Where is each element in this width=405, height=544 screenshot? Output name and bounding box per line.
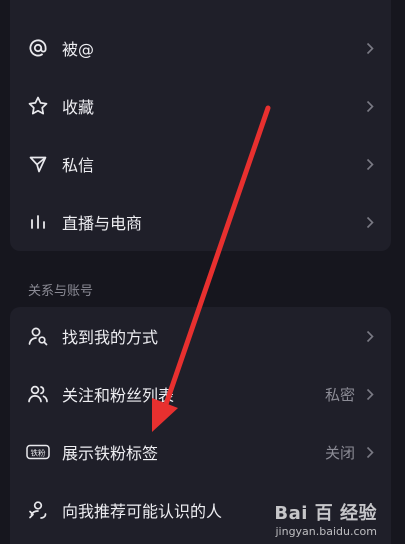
chevron-right-icon: [363, 215, 377, 229]
chevron-right-icon: [363, 387, 377, 401]
settings-screen: 被@ 收藏 私信 直播与电商 关系与账号 找到我的方式 关注和粉丝列表 私密 铁…: [0, 0, 405, 544]
menu-card-top: 被@ 收藏 私信 直播与电商: [10, 0, 391, 251]
at-icon: [26, 36, 50, 60]
recommend-icon: [26, 498, 50, 522]
fan-badge-icon: 铁粉: [26, 440, 50, 464]
chevron-right-icon: [363, 41, 377, 55]
menu-item-label: 关注和粉丝列表: [62, 386, 175, 405]
section-title: 关系与账号: [28, 284, 94, 299]
menu-item-follow-list[interactable]: 关注和粉丝列表 私密: [10, 365, 391, 423]
menu-item-favorites[interactable]: 收藏: [10, 77, 391, 135]
menu-item-label: 收藏: [62, 98, 95, 117]
watermark: Bai 百 经验 jingyan.baidu.com: [274, 499, 377, 538]
watermark-url: jingyan.baidu.com: [275, 525, 377, 538]
menu-item-find-me[interactable]: 找到我的方式: [10, 307, 391, 365]
menu-item-label: 直播与电商: [62, 214, 143, 233]
menu-item-label: 被@: [62, 40, 95, 59]
chevron-right-icon: [363, 157, 377, 171]
fan-badge-text: 铁粉: [31, 447, 46, 457]
menu-item-label: 私信: [62, 156, 95, 175]
privacy-value: 私密: [324, 385, 355, 404]
menu-item-label: 找到我的方式: [62, 328, 159, 347]
person-search-icon: [26, 324, 50, 348]
chevron-right-icon: [363, 445, 377, 459]
watermark-logo: Bai 百 经验: [274, 503, 377, 524]
menu-item-messages[interactable]: 私信: [10, 135, 391, 193]
chevron-right-icon: [363, 329, 377, 343]
chevron-right-icon: [363, 99, 377, 113]
send-icon: [26, 152, 50, 176]
menu-item-label: 展示铁粉标签: [62, 444, 159, 463]
menu-item-mentions[interactable]: 被@: [10, 19, 391, 77]
menu-item-fan-badge[interactable]: 铁粉 展示铁粉标签 关闭: [10, 423, 391, 481]
people-icon: [26, 382, 50, 406]
menu-item-label: 向我推荐可能认识的人: [62, 502, 223, 521]
bars-icon: [26, 210, 50, 234]
toggle-value: 关闭: [324, 443, 355, 462]
menu-item-live-commerce[interactable]: 直播与电商: [10, 193, 391, 251]
star-icon: [26, 94, 50, 118]
